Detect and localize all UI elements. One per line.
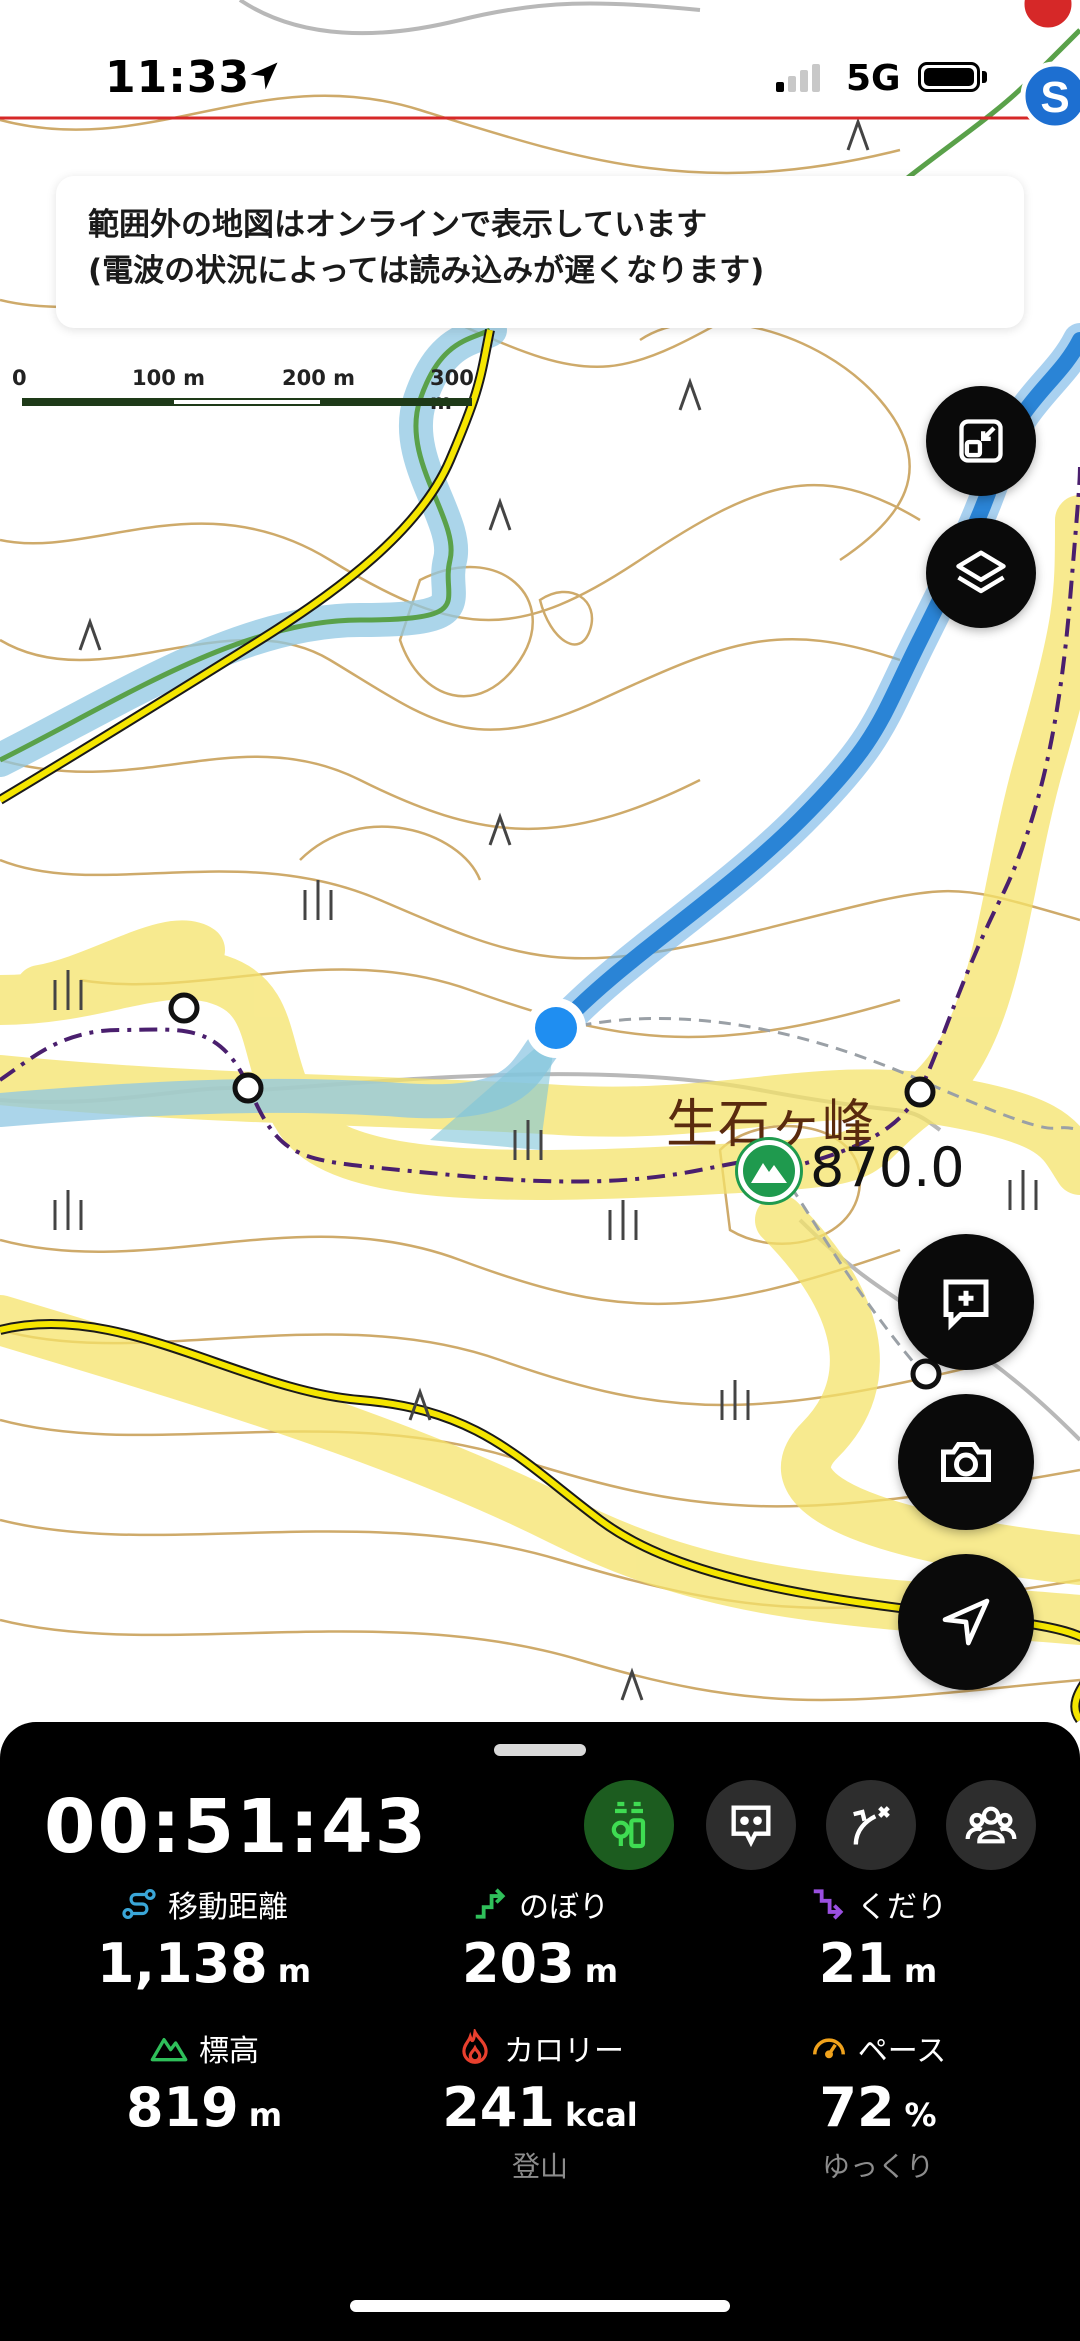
network-type: 5G [846,58,901,99]
group-icon [965,1806,1017,1844]
stat-ascent-value: 203 [461,1932,575,1995]
navigation-arrow-icon [942,1598,990,1646]
stat-pace-description: ゆっくり [821,2150,934,2183]
group-button[interactable] [946,1780,1036,1870]
current-location-button[interactable] [898,1554,1034,1690]
offline-map-notice[interactable]: 範囲外の地図はオンラインで表示しています (電波の状況によっては読み込みが遅くな… [56,176,1024,328]
stat-pace: ペース 72% ゆっくり [728,2026,1028,2185]
stat-ascent-label: のぼり [519,1890,609,1925]
battery-icon [918,62,980,92]
stat-descent-unit: m [903,1952,938,1990]
summit-mountain-icon[interactable] [738,1140,800,1202]
stat-calorie-unit: kcal [564,2096,638,2134]
ascent-icon [475,1888,506,1919]
fullscreen-exit-button[interactable] [926,386,1036,496]
panel-grabber[interactable] [494,1744,586,1756]
layers-icon [956,550,1006,594]
scale-label-100: 100 m [132,366,206,390]
status-bar: 11:33 5G [0,0,1080,120]
stat-descent-label: くだり [857,1890,947,1925]
climb-mode-button[interactable] [584,1780,674,1870]
home-indicator[interactable] [350,2300,730,2312]
gauge-icon [812,2038,845,2059]
climb-mode-icon [611,1801,646,1849]
stat-calorie: カロリー 241 kcal 登山 [390,2026,690,2185]
stat-elevation-label: 標高 [199,2034,259,2069]
route-icon [853,1806,890,1845]
stat-elevation-unit: m [248,2096,283,2134]
cellular-signal-icon [776,64,824,92]
mountain-icon [150,2038,188,2062]
scale-label-0: 0 [12,366,27,390]
stat-elevation-value: 819 [125,2076,239,2139]
notice-line-1: 範囲外の地図はオンラインで表示しています [88,207,708,243]
battery-tip [982,71,987,83]
camera-button[interactable] [898,1394,1034,1530]
descent-icon [813,1889,844,1920]
chat-icon [731,1805,771,1848]
scale-label-200: 200 m [282,366,356,390]
stat-ascent: のぼり 203 m [390,1882,690,1995]
stat-distance-value: 1,138 [96,1932,268,1995]
distance-icon [122,1888,156,1920]
stat-calorie-activity: 登山 [511,2150,568,2183]
scale-segment [22,398,172,406]
map-layers-button[interactable] [926,518,1036,628]
stat-distance-label: 移動距離 [168,1890,288,1925]
add-memo-icon [943,1279,989,1331]
scale-segment [322,398,472,406]
stat-descent-value: 21 [818,1932,894,1995]
stat-elevation: 標高 819 m [54,2026,354,2139]
status-time: 11:33 [105,52,251,103]
fullscreen-exit-icon [959,419,1003,463]
route-button[interactable] [826,1780,916,1870]
elapsed-time: 00:51:43 [44,1784,429,1870]
scale-label-300: 300 m [430,366,474,414]
map-scale: 0 100 m 200 m 300 m [12,366,502,416]
activity-panel[interactable]: 00:51:43 移動距離 1,138m のぼり 203m くだり 21m [0,1722,1080,2341]
camera-icon [941,1442,991,1482]
stat-descent: くだり 21 m [728,1882,1028,1995]
summit-elevation: 870.0 [810,1136,965,1199]
stat-pace-unit: % [904,2096,937,2134]
stat-ascent-unit: m [584,1952,619,1990]
stat-distance: 移動距離 1,138 m [54,1882,354,1995]
chat-button[interactable] [706,1780,796,1870]
notice-line-2: (電波の状況によっては読み込みが遅くなります) [88,253,765,289]
fire-icon [462,2029,488,2064]
stat-calorie-value: 241 [442,2076,555,2139]
stat-pace-label: ペース [857,2034,947,2069]
stat-distance-unit: m [277,1952,312,1990]
add-memo-button[interactable] [898,1234,1034,1370]
scale-segment [172,398,322,406]
stat-calorie-label: カロリー [504,2034,624,2069]
stat-pace-value: 72 [819,2076,895,2139]
location-services-icon [250,62,278,90]
